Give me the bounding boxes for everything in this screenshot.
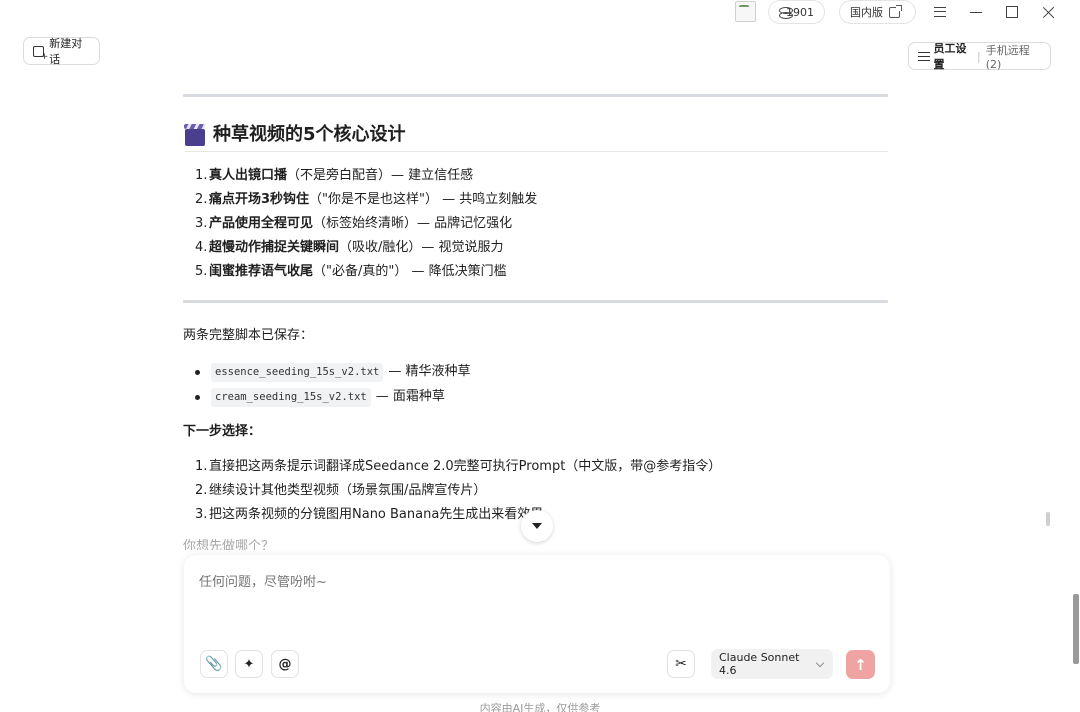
attach-button[interactable]: 📎 bbox=[200, 650, 228, 678]
close-icon bbox=[1042, 6, 1055, 19]
clip-button[interactable]: ✂ bbox=[667, 650, 695, 678]
credits-badge[interactable]: 1901 bbox=[768, 0, 825, 24]
next-steps-heading: 下一步选择： bbox=[183, 424, 262, 439]
section-heading: 种草视频的5个核心设计 bbox=[184, 120, 888, 152]
sliders-icon bbox=[918, 51, 930, 61]
list-item: essence_seeding_15s_v2.txt — 精华液种草 bbox=[195, 360, 471, 385]
file-name: cream_seeding_15s_v2.txt bbox=[211, 388, 371, 407]
list-item: 2. 痛点开场3秒钩住 （"你是不是也这样"） — 共鸣立刻触发 bbox=[195, 191, 538, 207]
mobile-remote-label: 手机远程 (2) bbox=[985, 43, 1030, 71]
staff-settings-label: 员工设置 bbox=[933, 42, 967, 71]
new-chat-icon bbox=[33, 45, 49, 62]
avatar[interactable] bbox=[735, 1, 756, 22]
scroll-to-bottom-button[interactable] bbox=[521, 510, 553, 542]
region-label: 国内版 bbox=[850, 6, 883, 19]
at-icon: @ bbox=[278, 656, 292, 672]
chat-message: 种草视频的5个核心设计 1. 真人出镜口播 （不是旁白配音）— 建立信任感 2. 痛点… bbox=[183, 94, 888, 550]
minimize-button[interactable] bbox=[961, 0, 991, 24]
next-steps-list: 1. 直接把这两条提示词翻译成Seedance 2.0完整可执行Prompt（中文… bbox=[195, 455, 721, 527]
minimize-icon bbox=[970, 11, 982, 13]
model-select[interactable]: Claude Sonnet 4.6 bbox=[711, 649, 833, 679]
send-button[interactable]: ↑ bbox=[846, 650, 875, 679]
mention-button[interactable]: @ bbox=[271, 650, 299, 678]
sparkle-icon: ✦ bbox=[243, 656, 255, 672]
disclaimer: 内容由AI生成，仅供参考 bbox=[479, 702, 601, 712]
bullet-icon bbox=[195, 370, 200, 375]
maximize-button[interactable] bbox=[997, 0, 1027, 24]
divider bbox=[183, 94, 888, 97]
clapperboard-icon bbox=[184, 123, 205, 146]
coins-icon bbox=[779, 6, 793, 19]
menu-icon bbox=[934, 7, 946, 17]
file-name: essence_seeding_15s_v2.txt bbox=[211, 363, 384, 382]
new-chat-button[interactable]: 新建对话 bbox=[23, 37, 100, 66]
divider bbox=[183, 300, 888, 303]
region-switch-button[interactable]: 国内版 bbox=[839, 0, 916, 24]
list-item: 4. 超慢动作捕捉关键瞬间 （吸收/融化）— 视觉说服力 bbox=[195, 239, 504, 255]
staff-settings-button[interactable]: 员工设置 | 手机远程 (2) bbox=[908, 42, 1051, 71]
list-item: 5. 闺蜜推荐语气收尾 （"必备/真的"） — 降低决策门槛 bbox=[195, 263, 507, 279]
list-item: 1. 真人出镜口播 （不是旁白配音）— 建立信任感 bbox=[195, 167, 474, 183]
magic-button[interactable]: ✦ bbox=[235, 650, 263, 678]
list-item: cream_seeding_15s_v2.txt — 面霜种草 bbox=[195, 385, 471, 410]
staff-separator: | bbox=[977, 49, 981, 63]
paperclip-icon: 📎 bbox=[205, 656, 223, 672]
scissors-icon: ✂ bbox=[675, 656, 687, 672]
arrow-up-icon: ↑ bbox=[854, 655, 867, 674]
section-heading-text: 种草视频的5个核心设计 bbox=[213, 124, 406, 146]
model-name: Claude Sonnet 4.6 bbox=[719, 651, 800, 677]
saved-files-list: essence_seeding_15s_v2.txt — 精华液种草 cream_… bbox=[195, 360, 471, 410]
maximize-icon bbox=[1006, 6, 1018, 18]
core-design-list: 1. 真人出镜口播 （不是旁白配音）— 建立信任感 2. 痛点开场3秒钩住 （"你是不是… bbox=[195, 164, 537, 284]
message-composer: 📎 ✦ @ ✂ Claude Sonnet 4.6 ↑ bbox=[184, 555, 890, 693]
external-link-icon bbox=[889, 4, 902, 18]
new-chat-label: 新建对话 bbox=[49, 37, 83, 66]
list-item: 2. 继续设计其他类型视频（场景氛围/品牌宣传片） bbox=[195, 482, 487, 498]
list-item: 1. 直接把这两条提示词翻译成Seedance 2.0完整可执行Prompt（中文… bbox=[195, 458, 722, 474]
saved-intro: 两条完整脚本已保存： bbox=[183, 328, 314, 343]
message-input[interactable] bbox=[199, 575, 869, 590]
close-button[interactable] bbox=[1033, 0, 1063, 24]
window-edge-scrollbar[interactable] bbox=[1073, 594, 1079, 664]
title-bar: 1901 国内版 bbox=[0, 0, 1080, 26]
scrollbar-thumb[interactable] bbox=[1046, 512, 1050, 526]
arrow-down-icon bbox=[532, 523, 542, 529]
list-item: 3. 把这两条视频的分镜图用Nano Banana先生成出来看效果 bbox=[195, 506, 544, 522]
list-item: 3. 产品使用全程可见 （标签始终清晰）— 品牌记忆强化 bbox=[195, 215, 513, 231]
menu-button[interactable] bbox=[925, 0, 955, 24]
bullet-icon bbox=[195, 395, 200, 400]
question-text: 你想先做哪个？ bbox=[183, 539, 275, 550]
